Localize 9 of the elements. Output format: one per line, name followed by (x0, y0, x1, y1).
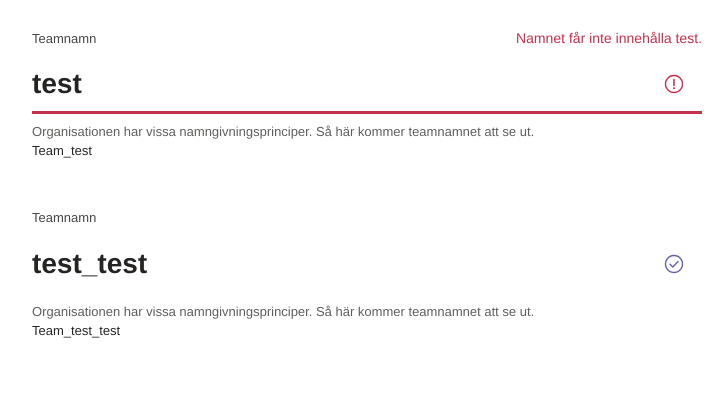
field-label: Teamnamn (32, 31, 96, 46)
name-preview: Team_test_test (32, 323, 122, 338)
error-message: Namnet får inte innehålla test. (516, 30, 702, 46)
field-label: Teamnamn (32, 210, 96, 225)
name-preview: Team_test (32, 143, 93, 158)
help-text: Organisationen har vissa namngivningsprinciper. Så här kommer teamnamnet att se ut. (32, 124, 536, 139)
help-text: Organisationen har vissa namngivningsprinciper. Så här kommer teamnamnet att se ut. (32, 304, 536, 319)
input-field[interactable]: test_test (32, 236, 702, 294)
input-field[interactable]: test (32, 56, 702, 114)
